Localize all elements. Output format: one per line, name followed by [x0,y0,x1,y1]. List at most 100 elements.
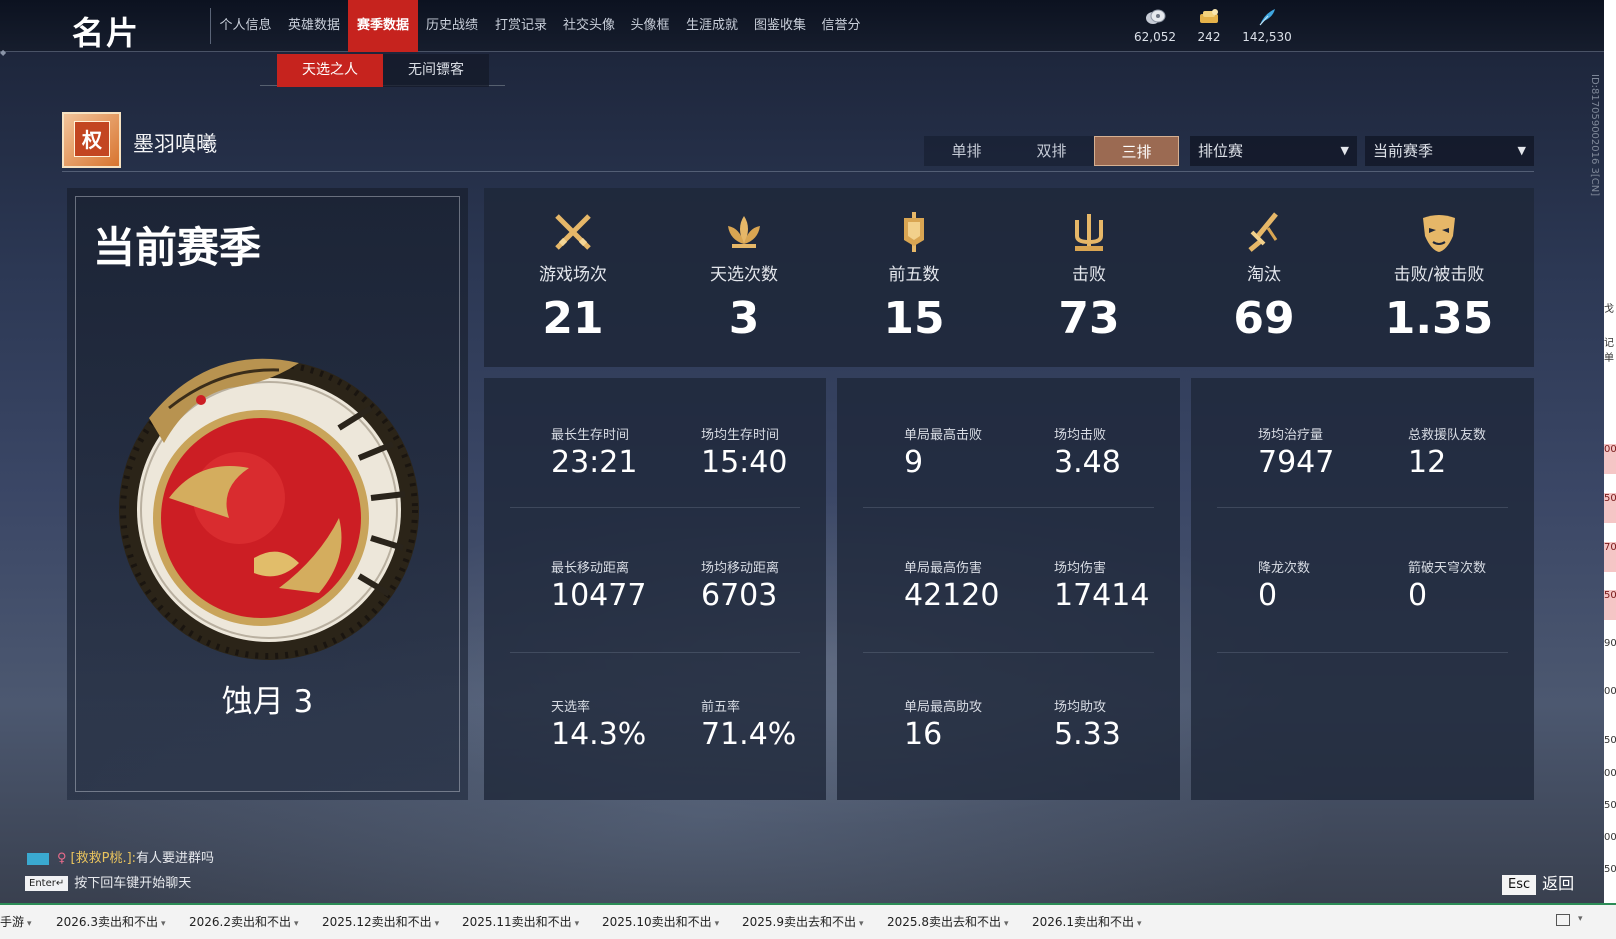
dragon-ring-emblem-icon [119,358,419,660]
sheet-cell: 90' [1604,638,1616,668]
chevron-down-icon[interactable]: ▾ [1578,914,1583,924]
mode-duo-button[interactable]: 双排 [1009,136,1094,166]
stat-max-assists: 单局最高助攻 16 [904,700,983,752]
chevron-down-icon: ▾ [161,919,166,929]
sheet-tab[interactable]: 2025.12卖出和不出 ▾ [322,913,439,930]
stat-arrow-sky-count: 箭破天穹次数 0 [1408,561,1487,613]
tab-personal-info[interactable]: 个人信息 [216,0,275,52]
mode-trio-button[interactable]: 三排 [1094,136,1179,166]
chat-tag-icon [27,852,49,865]
stat-total-rescues: 总救援队友数 12 [1408,428,1487,480]
sheet-tab[interactable]: 2025.9卖出去和不出 ▾ [742,913,864,930]
sheet-tab[interactable]: 2025.8卖出去和不出 ▾ [887,913,1009,930]
sheet-tab[interactable]: 2026.2卖出和不出 ▾ [189,913,299,930]
enter-key-icon: Enter↵ [25,876,69,891]
sheet-cell: 70' [1604,542,1616,572]
row-divider [1217,507,1508,508]
trident-icon [1075,214,1103,251]
sheet-cell: 戈 [1604,300,1616,330]
sheet-cell: 50' [1604,590,1616,620]
currency-gold: 242 [1192,8,1226,44]
stat-games-played: 游戏场次 21 [488,210,658,344]
sheet-tab[interactable]: 2026.1卖出和不出 ▾ [1032,913,1142,930]
player-id: ID:817059002016 3[CN] [1589,74,1600,197]
title-divider [210,8,211,44]
blue-feather-icon [1238,8,1296,28]
stat-max-defeats: 单局最高击败 9 [904,428,983,480]
sheet-cell: 50' [1604,800,1616,830]
tab-tip-records[interactable]: 打赏记录 [490,0,552,52]
sheet-cell: 记单 [1604,334,1616,364]
chevron-down-icon: ▾ [27,919,32,929]
back-button[interactable]: Esc 返回 [1502,870,1574,895]
grid-view-icon[interactable] [1556,914,1570,926]
mode-solo-button[interactable]: 单排 [924,136,1009,166]
row-divider [510,507,800,508]
tab-credit-score[interactable]: 信誉分 [817,0,865,52]
page-title: 名片 [72,14,141,52]
chevron-down-icon: ▾ [434,919,440,929]
stat-avg-defeats: 场均击败 3.48 [1054,428,1121,480]
sheet-tab[interactable]: 手游 ▾ [0,913,32,930]
row-divider [863,507,1154,508]
support-stats-panel: 场均治疗量 7947 总救援队友数 12 降龙次数 0 箭破天穹次数 0 [1191,378,1534,800]
jade-coin-icon [1130,8,1180,28]
sheet-tab[interactable]: 2025.11卖出和不出 ▾ [462,913,579,930]
chat-input-hint[interactable]: Enter↵ 按下回车键开始聊天 [25,872,191,891]
sheet-cell: 50' [1604,735,1616,765]
chevron-down-icon: ▾ [714,919,720,929]
row-divider [863,652,1154,653]
stat-avg-distance: 场均移动距离 6703 [701,561,780,613]
stat-avg-assists: 场均助攻 5.33 [1054,700,1121,752]
chat-message: ♀ [救救P桃.]:有人要进群吗 [27,847,214,866]
tab-career-achievements[interactable]: 生涯成就 [681,0,743,52]
match-type-dropdown[interactable]: 排位赛 ▼ [1190,136,1357,166]
stat-defeats: 击败 73 [1004,210,1174,344]
stat-top-five-rate: 前五率 71.4% [701,700,797,752]
tab-season-data[interactable]: 赛季数据 [348,0,418,52]
player-name: 墨羽嗔曦 [133,132,217,156]
spreadsheet-edge: 戈 记单 00' 50' 70' 50' 90' 00' 50' 00' 50'… [1604,0,1616,903]
subtab-escort[interactable]: 无间镖客 [383,54,489,87]
sheet-tab[interactable]: 2025.10卖出和不出 ▾ [602,913,719,930]
chevron-down-icon: ▾ [1137,919,1142,929]
stat-longest-distance: 最长移动距离 10477 [551,561,647,613]
rank-name: 蚀月 3 [221,684,314,720]
mask-icon [1423,215,1455,252]
survival-stats-panel: 最长生存时间 23:21 场均生存时间 15:40 最长移动距离 10477 场… [484,378,826,800]
game-window: 名片 个人信息 英雄数据 赛季数据 历史战绩 打赏记录 社交头像 头像框 生涯成… [0,0,1604,903]
female-icon: ♀ [57,851,67,866]
header-divider [62,171,1534,172]
stat-eliminated: 淘汰 69 [1179,210,1349,344]
stat-dragon-count: 降龙次数 0 [1258,561,1311,613]
tab-social-avatar[interactable]: 社交头像 [558,0,620,52]
stat-max-damage: 单局最高伤害 42120 [904,561,1000,613]
sheet-cell: 00' [1604,444,1616,474]
chevron-down-icon: ▼ [1517,144,1526,157]
crossed-swords-icon [555,214,591,250]
gold-ticket-icon [1192,8,1226,28]
stat-top-five: 前五数 15 [829,210,999,344]
sheet-cell: 00' [1604,768,1616,798]
banner-icon [904,212,924,252]
tab-avatar-frame[interactable]: 头像框 [626,0,674,52]
season-dropdown[interactable]: 当前赛季 ▼ [1365,136,1534,166]
chevron-down-icon: ▾ [294,919,299,929]
chevron-down-icon: ▾ [859,919,864,929]
chevron-down-icon: ▾ [574,919,580,929]
currency-feather: 142,530 [1238,8,1296,44]
stat-avg-healing: 场均治疗量 7947 [1258,428,1335,480]
tab-collection[interactable]: 图鉴收集 [749,0,811,52]
sheet-tab[interactable]: 2026.3卖出和不出 ▾ [56,913,166,930]
row-divider [1217,652,1508,653]
stat-chosen-count: 天选次数 3 [659,210,829,344]
season-rank-card: 当前赛季 蚀月 3 [67,188,468,800]
row-divider [510,652,800,653]
edge-marker: ◆ [0,48,7,57]
tab-match-history[interactable]: 历史战绩 [421,0,483,52]
season-title: 当前赛季 [93,223,262,272]
subtab-chosen-one[interactable]: 天选之人 [277,54,383,87]
tab-hero-data[interactable]: 英雄数据 [283,0,345,52]
chevron-down-icon: ▾ [1004,919,1009,929]
broken-sword-icon [1248,212,1278,252]
